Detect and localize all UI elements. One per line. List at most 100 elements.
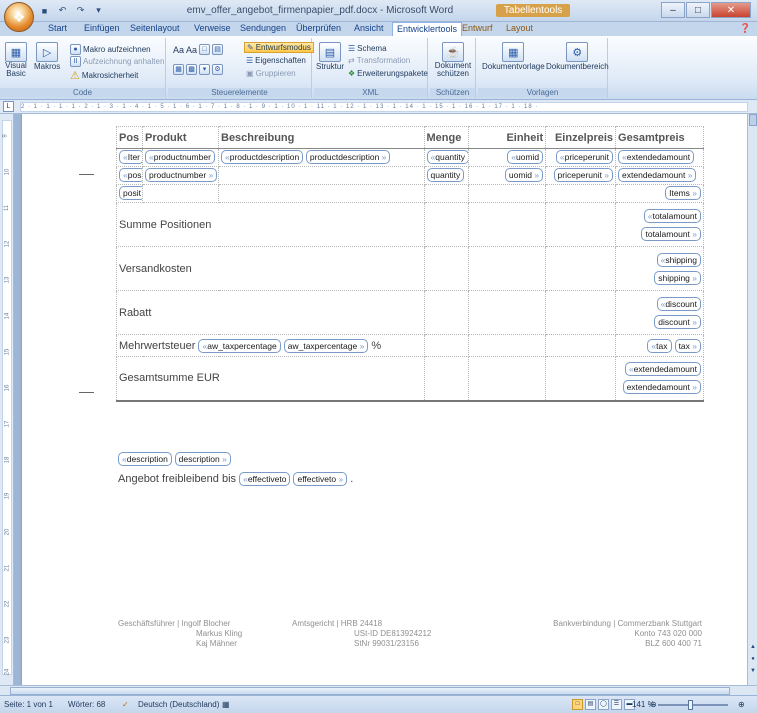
aufzeichnung-anhalten-button[interactable]: II Aufzeichnung anhalten xyxy=(70,56,164,67)
vruler-number: 13 xyxy=(4,276,11,284)
zoom-slider-thumb[interactable] xyxy=(688,700,693,710)
title-bar: ■ ↶ ↷ ▾ emv_offer_angebot_firmenpapier_p… xyxy=(0,0,757,22)
percent-sign: % xyxy=(371,339,382,352)
gruppieren-button[interactable]: ▣ Gruppieren xyxy=(246,69,296,78)
zoom-in-icon[interactable]: ⊕ xyxy=(738,700,745,709)
tab-entwicklertools[interactable]: Entwicklertools xyxy=(392,22,463,36)
versand-row: Versandkosten shipping shipping xyxy=(116,246,704,291)
content-control[interactable]: productdescription xyxy=(305,150,391,164)
vertical-scrollbar[interactable]: ▲ ● ▼ xyxy=(747,114,757,685)
angebot-line: Angebot freibleibend bis effectiveto eff… xyxy=(118,472,353,486)
text-control-button[interactable]: Aa Aa □ ▤ xyxy=(173,44,224,55)
word-count[interactable]: Wörter: 68 xyxy=(68,700,105,709)
visual-basic-button[interactable]: ▦ Visual Basic xyxy=(3,42,29,78)
content-control[interactable]: posit xyxy=(119,186,142,200)
dokumentvorlage-button[interactable]: ▦ Dokumentvorlage xyxy=(482,42,545,71)
language-indicator[interactable]: Deutsch (Deutschland) xyxy=(138,700,219,709)
maximize-button[interactable]: □ xyxy=(686,2,710,18)
shipping-start-control[interactable]: shipping xyxy=(656,252,701,267)
description-end-control[interactable]: description xyxy=(174,452,231,466)
totalamount-end-control[interactable]: totalamount xyxy=(641,226,701,241)
proofing-icon[interactable]: ✓ xyxy=(122,700,129,709)
tab-selector-icon[interactable]: L xyxy=(3,101,14,112)
effectiveto-end-control[interactable]: effectiveto xyxy=(293,472,348,486)
full-screen-reading-icon[interactable]: ▤ xyxy=(585,699,596,710)
struktur-button[interactable]: ▤ Struktur xyxy=(316,42,344,71)
horizontal-scrollbar[interactable] xyxy=(0,685,757,695)
content-control[interactable]: priceperunit xyxy=(555,150,614,164)
eigenschaften-button[interactable]: ☰ Eigenschaften xyxy=(246,56,306,65)
close-button[interactable]: ✕ xyxy=(711,2,751,18)
content-control[interactable]: uomid xyxy=(504,168,544,182)
tab-start[interactable]: Start xyxy=(44,23,71,33)
macro-record-icon[interactable]: ▦ xyxy=(222,700,230,709)
content-control[interactable]: pos xyxy=(119,168,142,182)
dokument-schuetzen-button[interactable]: ☕ Dokument schützen xyxy=(434,42,472,78)
content-control[interactable]: extendedamount xyxy=(618,168,697,182)
description-start-control[interactable]: description xyxy=(118,452,172,466)
makro-aufzeichnen-button[interactable]: ● Makro aufzeichnen xyxy=(70,44,151,55)
tab-entwurf[interactable]: Entwurf xyxy=(458,23,497,33)
record-icon: ● xyxy=(70,44,81,55)
tab-ueberpruefen[interactable]: Überprüfen xyxy=(292,23,345,33)
tab-seitenlayout[interactable]: Seitenlayout xyxy=(126,23,184,33)
print-layout-icon[interactable]: □ xyxy=(572,699,583,710)
tax-start-control[interactable]: tax xyxy=(647,338,672,353)
content-control[interactable]: productnumber xyxy=(145,168,218,182)
transformation-button[interactable]: ⇄ Transformation xyxy=(348,56,410,65)
content-control[interactable]: quantity xyxy=(426,150,468,164)
scroll-up-page-icon[interactable]: ▲ xyxy=(749,644,757,652)
zoom-slider[interactable] xyxy=(658,704,728,706)
taxpercentage-end-control[interactable]: aw_taxpercentage xyxy=(283,338,369,353)
gesamt-label: Gesamtsumme EUR xyxy=(116,356,425,402)
design-mode-icon: ✎ xyxy=(247,43,254,52)
tab-layout[interactable]: Layout xyxy=(502,23,537,33)
totalamount-start-control[interactable]: totalamount xyxy=(643,208,701,223)
entwurfsmodus-button[interactable]: ✎ Entwurfsmodus xyxy=(244,42,314,53)
content-control[interactable]: Iter xyxy=(119,150,142,164)
discount-start-control[interactable]: discount xyxy=(656,296,701,311)
taxpercentage-start-control[interactable]: aw_taxpercentage xyxy=(198,338,281,353)
page-count[interactable]: Seite: 1 von 1 xyxy=(4,700,53,709)
legacy-tools-button[interactable]: ▦ ▩ ▾ ⚙ xyxy=(173,64,223,75)
tab-sendungen[interactable]: Sendungen xyxy=(236,23,290,33)
header-einheit: Einheit xyxy=(467,126,547,149)
content-control[interactable]: productdescription xyxy=(221,150,304,164)
tab-ansicht[interactable]: Ansicht xyxy=(350,23,388,33)
vertical-scroll-thumb[interactable] xyxy=(749,114,757,126)
tab-einfuegen[interactable]: Einfügen xyxy=(80,23,124,33)
schema-button[interactable]: ☰ Schema xyxy=(348,44,387,53)
help-icon[interactable]: ❓ xyxy=(740,23,751,34)
mwst-row: Mehrwertsteuer aw_taxpercentage aw_taxpe… xyxy=(116,334,704,357)
makrosicherheit-button[interactable]: ⚠ Makrosicherheit xyxy=(70,69,138,82)
outline-view-icon[interactable]: ☰ xyxy=(611,699,622,710)
office-button[interactable]: ❖ xyxy=(4,2,34,32)
dokumentbereich-button[interactable]: ⚙ Dokumentbereich xyxy=(546,42,609,71)
content-control[interactable]: quantity xyxy=(426,168,465,182)
web-layout-icon[interactable]: ◯ xyxy=(598,699,609,710)
extendedamount-end-control[interactable]: extendedamount xyxy=(622,380,701,395)
ruler-scale[interactable]: 2 · 1 · 1 · 1 · 1 · 2 · 1 · 3 · 1 · 4 · … xyxy=(20,102,748,112)
tab-verweise[interactable]: Verweise xyxy=(190,23,235,33)
browse-object-icon[interactable]: ● xyxy=(749,656,757,664)
effectiveto-start-control[interactable]: effectiveto xyxy=(239,472,291,486)
content-control[interactable]: productnumber xyxy=(145,150,215,164)
discount-end-control[interactable]: discount xyxy=(654,314,701,329)
minimize-button[interactable]: – xyxy=(661,2,685,18)
description-line: description description xyxy=(118,452,231,466)
content-control[interactable]: priceperunit xyxy=(553,168,614,182)
shipping-end-control[interactable]: shipping xyxy=(654,270,701,285)
makros-button[interactable]: ▷ Makros xyxy=(34,42,60,71)
extendedamount-start-control[interactable]: extendedamount xyxy=(624,362,701,377)
content-control[interactable]: Items xyxy=(665,186,701,200)
offer-table[interactable]: Pos Produkt Beschreibung Menge Einheit E… xyxy=(116,126,704,402)
content-control[interactable]: uomid xyxy=(507,150,544,164)
erweiterungspakete-button[interactable]: ❖ Erweiterungspakete xyxy=(348,69,428,78)
zoom-out-icon[interactable]: ⊖ xyxy=(650,700,657,709)
scroll-down-page-icon[interactable]: ▼ xyxy=(749,668,757,676)
tax-end-control[interactable]: tax xyxy=(674,338,701,353)
horizontal-scroll-thumb[interactable] xyxy=(10,687,730,695)
content-control[interactable]: extendedamount xyxy=(618,150,695,164)
margin-marker xyxy=(79,174,94,175)
document-page[interactable]: Pos Produkt Beschreibung Menge Einheit E… xyxy=(22,114,747,685)
